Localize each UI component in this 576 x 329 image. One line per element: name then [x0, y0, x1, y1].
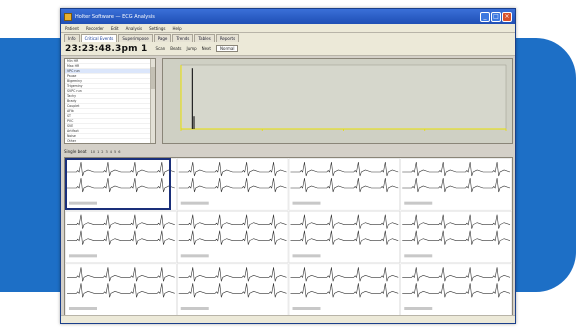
tab-trends[interactable]: Trends [172, 34, 194, 42]
tab-bar: Info Critical Events Superimpose Page Tr… [61, 33, 515, 42]
ecg-strip-caption [404, 201, 433, 205]
ecg-strip-caption [292, 307, 321, 310]
window-title: Holter Software — ECG Analysis [75, 13, 155, 20]
tab-critical-events[interactable]: Critical Events [80, 34, 118, 42]
single-beat-label: Single beat [64, 149, 87, 154]
beat-selector-item[interactable]: 4 [110, 150, 112, 154]
next-button[interactable]: Next [202, 46, 211, 51]
ecg-strips-area [64, 157, 513, 317]
tab-info[interactable]: Info [64, 34, 80, 42]
ecg-strip-caption [180, 201, 209, 205]
list-scrollbar[interactable] [150, 59, 155, 143]
ecg-strip-caption [404, 254, 433, 258]
menu-help[interactable]: Help [173, 26, 182, 31]
menu-bar: Patient Recorder Edit Analysis Settings … [61, 24, 515, 33]
status-bar [61, 315, 515, 323]
ecg-strip-caption [180, 307, 209, 310]
chart-plot-area [180, 64, 507, 130]
event-list[interactable]: Min HR Max HR VPC run Pause Bigeminy Trigemin… [64, 58, 156, 144]
scan-button[interactable]: Scan [155, 46, 165, 51]
ecg-strip-caption [69, 254, 97, 258]
list-scroll-thumb[interactable] [151, 67, 155, 89]
beat-selector-item[interactable]: 5 [114, 150, 116, 154]
tab-reports[interactable]: Reports [215, 34, 240, 42]
menu-edit[interactable]: Edit [111, 26, 119, 31]
ecg-strip-caption [292, 254, 321, 258]
application-window: Holter Software — ECG Analysis _ □ × Pat… [60, 8, 516, 324]
ecg-strip-caption [180, 254, 209, 258]
beat-selector-item[interactable]: 1 [97, 150, 99, 154]
beat-selector-item[interactable]: 2 [101, 150, 103, 154]
title-bar[interactable]: Holter Software — ECG Analysis _ □ × [61, 9, 515, 24]
upper-panel: Min HR Max HR VPC run Pause Bigeminy Trigemin… [64, 58, 513, 144]
maximize-button[interactable]: □ [491, 11, 501, 22]
beat-selector-item[interactable]: 10 [91, 150, 95, 154]
ecg-strip-caption [404, 307, 433, 310]
selected-strip-highlight[interactable] [65, 158, 171, 210]
minimize-button[interactable]: _ [480, 11, 490, 22]
menu-analysis[interactable]: Analysis [126, 26, 142, 31]
ecg-strip-caption [69, 307, 97, 310]
histogram-svg [180, 64, 507, 131]
jump-button[interactable]: Jump [187, 46, 197, 51]
app-icon [64, 12, 72, 21]
mode-dropdown[interactable]: Normal [216, 45, 239, 52]
beat-selector-item[interactable]: 6 [118, 150, 120, 154]
page-background-top [0, 0, 16, 38]
menu-recorder[interactable]: Recorder [86, 26, 104, 31]
tab-tables[interactable]: Tables [194, 34, 215, 42]
beat-selector-item[interactable]: 3 [106, 150, 108, 154]
beat-selector-bar: Single beat 10 1 2 3 4 5 6 [64, 147, 513, 156]
list-item[interactable]: Other [65, 139, 155, 143]
tab-superimpose[interactable]: Superimpose [118, 34, 153, 42]
beats-button[interactable]: Beats [170, 46, 181, 51]
menu-settings[interactable]: Settings [149, 26, 165, 31]
toolbar: 23:23:48.3pm 1 Scan Beats Jump Next Norm… [61, 42, 515, 56]
current-time-display: 23:23:48.3pm 1 [65, 43, 148, 54]
menu-patient[interactable]: Patient [65, 26, 79, 31]
close-button[interactable]: × [502, 11, 512, 22]
event-histogram-chart [162, 58, 513, 144]
ecg-strip-caption [292, 201, 321, 205]
tab-page[interactable]: Page [153, 34, 172, 42]
